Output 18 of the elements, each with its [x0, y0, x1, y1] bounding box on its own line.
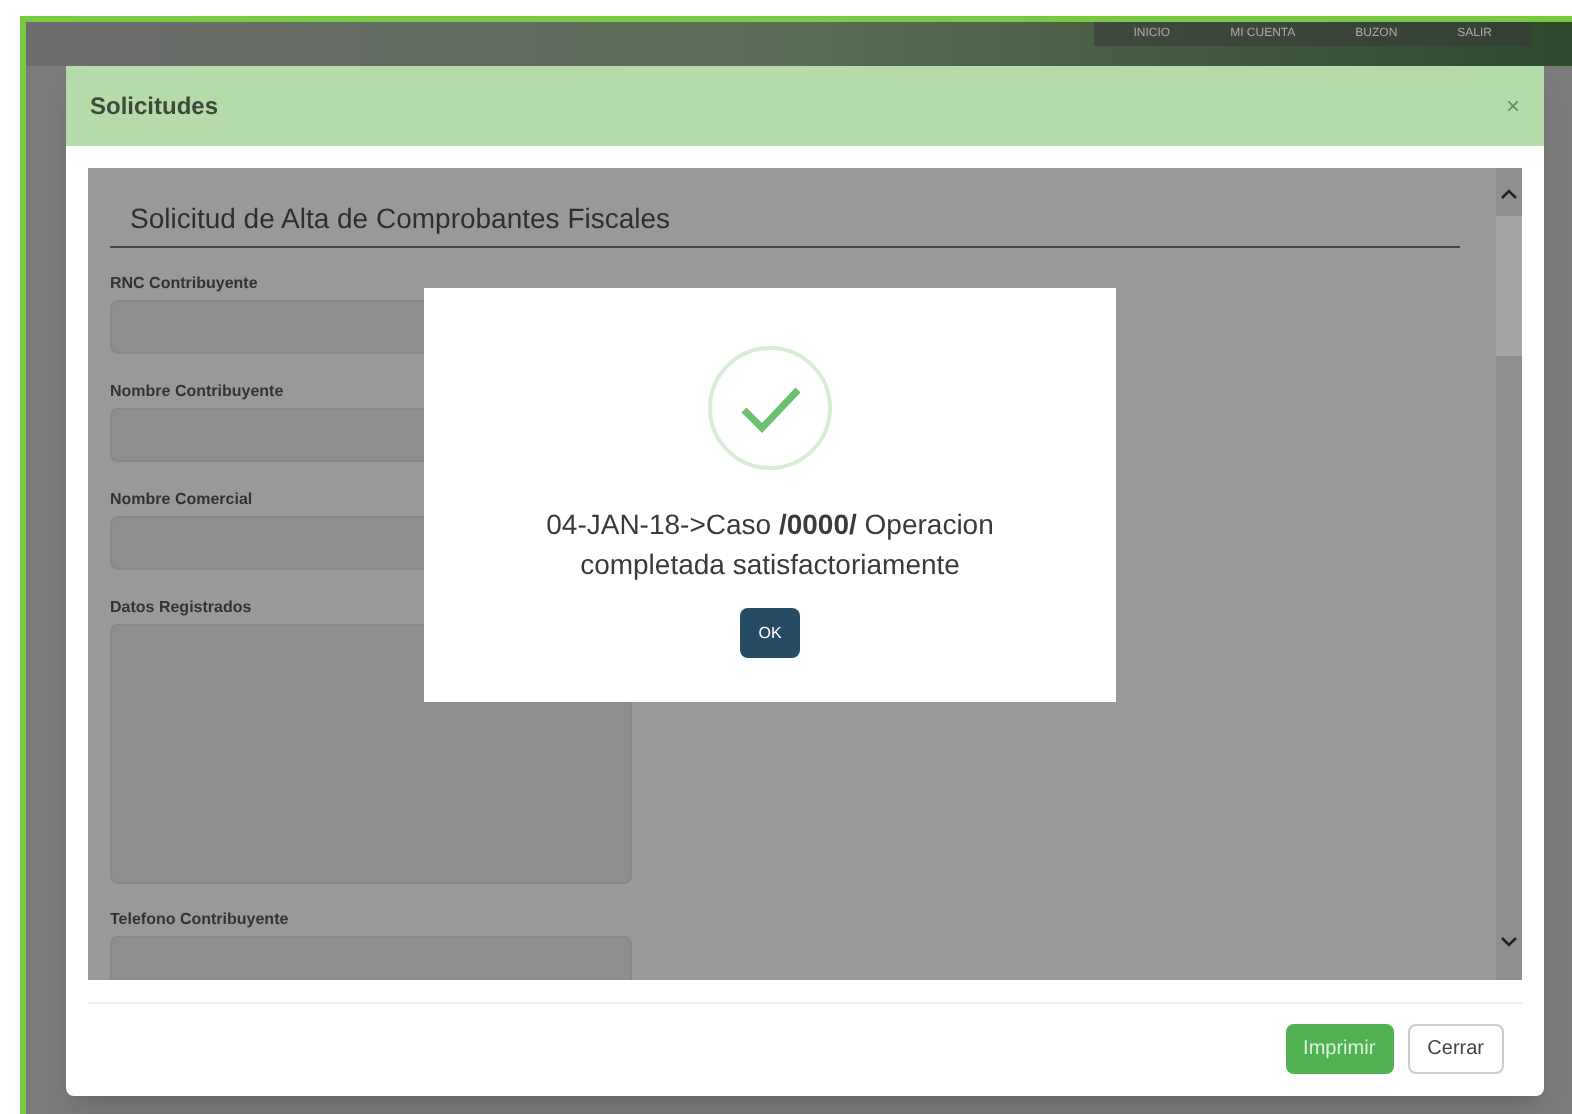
- ok-button[interactable]: OK: [740, 608, 800, 658]
- alert-message: 04-JAN-18->Caso /0000/ Operacion completada satisfactoriamente: [544, 506, 996, 584]
- field-label: Nombre Comercial: [110, 488, 255, 512]
- form-title: Solicitud de Alta de Comprobantes Fiscales: [110, 198, 1460, 248]
- checkmark-icon: [706, 344, 834, 472]
- scroll-down-icon[interactable]: [1500, 936, 1518, 948]
- print-button[interactable]: Imprimir: [1285, 1024, 1394, 1074]
- field-label: RNC Contribuyente: [110, 272, 260, 296]
- field-label: Nombre Contribuyente: [110, 380, 286, 404]
- close-button[interactable]: ×: [1505, 88, 1520, 124]
- field-label: Datos Registrados: [110, 596, 254, 620]
- input-field[interactable]: [110, 936, 632, 980]
- modal-title: Solicitudes: [90, 90, 219, 124]
- field-label: Telefono Contribuyente: [110, 908, 291, 932]
- scroll-thumb[interactable]: [1496, 216, 1522, 356]
- scrollbar[interactable]: [1496, 168, 1522, 980]
- scroll-up-icon[interactable]: [1500, 188, 1518, 200]
- close-dialog-button[interactable]: Cerrar: [1407, 1024, 1504, 1074]
